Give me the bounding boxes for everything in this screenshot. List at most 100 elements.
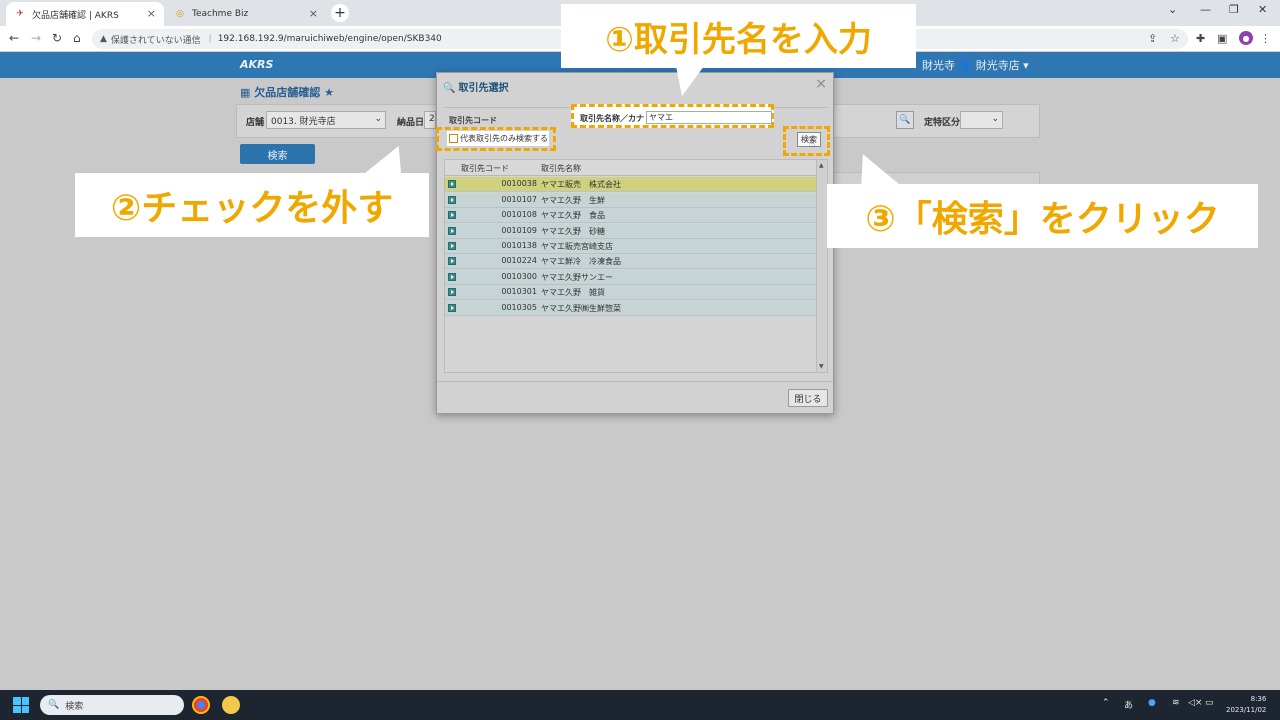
table-row[interactable]: 0010301 ヤマエ久野 雑貨	[445, 285, 817, 300]
profile-avatar[interactable]: ●	[1239, 31, 1253, 45]
row-code: 0010224	[501, 256, 537, 265]
taskbar-clock[interactable]: 8:36 2023/11/02	[1226, 694, 1266, 716]
table-row[interactable]: 0010108 ヤマエ久野 食品	[445, 208, 817, 223]
column-header-code: 取引先コード	[461, 164, 509, 173]
app-tray-icon[interactable]: ●	[1148, 698, 1156, 708]
checkbox-box[interactable]	[449, 134, 458, 143]
special-category-label: 定特区分	[924, 118, 961, 128]
search-icon: 🔍	[48, 700, 60, 710]
delivery-date-field[interactable]: 2	[424, 111, 436, 129]
supplier-name-label: 取引先名称／カナ	[580, 114, 644, 123]
row-code: 0010107	[501, 195, 537, 204]
callout-step3: ③「検索」をクリック	[827, 184, 1258, 248]
close-tab-icon[interactable]: ×	[309, 7, 318, 20]
select-row-icon[interactable]	[448, 273, 456, 281]
clock-date: 2023/11/02	[1226, 706, 1267, 714]
chrome-icon[interactable]	[192, 696, 210, 714]
sidepanel-icon[interactable]: ▣	[1217, 32, 1227, 45]
volume-icon[interactable]: ◁×	[1188, 698, 1202, 708]
windows-start-icon[interactable]	[13, 697, 29, 713]
row-name: ヤマエ久野㈱生鮮惣菜	[541, 304, 621, 313]
row-name: ヤマエ販売 株式会社	[541, 180, 621, 189]
callout-step2: ②チェックを外す	[75, 173, 429, 237]
dialog-title: 🔍 取引先選択	[443, 79, 508, 94]
select-row-icon[interactable]	[448, 180, 456, 188]
maximize-icon[interactable]: ❐	[1229, 3, 1239, 16]
akrs-favicon-icon: ✈	[16, 9, 24, 19]
share-icon[interactable]: ⇪	[1148, 32, 1157, 45]
clock-time: 8:36	[1250, 695, 1267, 703]
row-name: ヤマエ久野サンエー	[541, 273, 613, 282]
pointer-cursor-icon: ☝	[809, 139, 816, 150]
warning-icon: ▲	[100, 34, 107, 44]
table-row[interactable]: 0010300 ヤマエ久野サンエー	[445, 270, 817, 285]
minimize-icon[interactable]: —	[1200, 3, 1211, 16]
row-name: ヤマエ久野 生鮮	[541, 196, 605, 205]
user-menu[interactable]: 財光寺 👤 財光寺店 ▾	[922, 57, 1029, 73]
select-row-icon[interactable]	[448, 196, 456, 204]
row-name: ヤマエ久野 砂糖	[541, 227, 605, 236]
table-row[interactable]: 0010305 ヤマエ久野㈱生鮮惣菜	[445, 301, 817, 316]
tab-search-icon[interactable]: ⌄	[1168, 3, 1177, 16]
reload-icon[interactable]: ↻	[52, 31, 62, 45]
row-code: 0010301	[501, 287, 537, 296]
tab-akrs[interactable]: ✈ 欠品店舗確認 | AKRS ×	[6, 2, 164, 26]
home-icon[interactable]: ⌂	[73, 31, 81, 45]
select-row-icon[interactable]	[448, 227, 456, 235]
ime-indicator[interactable]: あ	[1124, 698, 1133, 711]
select-row-icon[interactable]	[448, 211, 456, 219]
delivery-date-value: 2	[429, 114, 435, 124]
table-row[interactable]: 0010038 ヤマエ販売 株式会社	[445, 177, 817, 192]
table-row[interactable]: 0010138 ヤマエ販売宮崎支店	[445, 239, 817, 254]
magnifier-icon: 🔍	[443, 83, 456, 94]
back-icon[interactable]: ←	[9, 31, 19, 45]
close-icon[interactable]: ×	[815, 76, 827, 92]
table-row[interactable]: 0010224 ヤマエ鮮冷 冷凍食品	[445, 254, 817, 269]
supplier-code-label: 取引先コード	[449, 116, 497, 125]
scroll-up-icon[interactable]: ▲	[819, 162, 824, 169]
supplier-grid: 取引先コード 取引先名称 0010038 ヤマエ販売 株式会社 0010107 ヤマ…	[444, 159, 828, 373]
special-category-select[interactable]: ⌄	[960, 111, 1003, 129]
select-row-icon[interactable]	[448, 242, 456, 250]
search-icon[interactable]: 🔍	[896, 111, 914, 129]
page-title-text: 欠品店舗確認 ★	[254, 86, 334, 99]
grid-icon: ▦	[240, 86, 255, 99]
menu-icon[interactable]: ⋮	[1260, 32, 1271, 45]
main-search-button[interactable]: 検索	[240, 144, 315, 164]
select-row-icon[interactable]	[448, 304, 456, 312]
chevron-down-icon: ⌄	[991, 114, 999, 124]
supplier-name-input[interactable]: ヤマエ	[646, 111, 772, 124]
dialog-title-text: 取引先選択	[458, 83, 509, 94]
representative-only-checkbox[interactable]: 代表取引先のみ検索する	[447, 131, 549, 146]
row-code: 0010300	[501, 272, 537, 281]
store-select[interactable]: 0013. 財光寺店 ⌄	[266, 111, 386, 129]
forward-icon[interactable]: →	[31, 31, 41, 45]
scroll-down-icon[interactable]: ▼	[819, 363, 824, 370]
tab-title: 欠品店舗確認 | AKRS	[32, 10, 119, 21]
bookmark-star-icon[interactable]: ☆	[1170, 32, 1180, 45]
row-code: 0010305	[501, 303, 537, 312]
grid-scrollbar[interactable]: ▲ ▼	[816, 160, 827, 372]
row-name: ヤマエ鮮冷 冷凍食品	[541, 257, 621, 266]
teachme-app-icon[interactable]	[222, 696, 240, 714]
tab-teachme[interactable]: ◎ Teachme Biz ×	[166, 2, 326, 26]
select-row-icon[interactable]	[448, 257, 456, 265]
new-tab-button[interactable]: +	[331, 4, 349, 22]
grid-header: 取引先コード 取引先名称	[445, 160, 817, 176]
tray-chevron-icon[interactable]: ⌃	[1102, 698, 1110, 708]
wifi-icon[interactable]: ≋	[1172, 698, 1180, 708]
close-button[interactable]: 閉じる	[788, 389, 828, 407]
supplier-name-highlight: 取引先名称／カナ ヤマエ	[571, 104, 774, 128]
table-row[interactable]: 0010107 ヤマエ久野 生鮮	[445, 193, 817, 208]
close-tab-icon[interactable]: ×	[147, 7, 156, 20]
tab-title: Teachme Biz	[192, 9, 249, 19]
page-title: ▦ 欠品店舗確認 ★	[240, 84, 334, 100]
battery-icon[interactable]: ▭	[1205, 698, 1214, 708]
taskbar-search[interactable]: 🔍 検索	[40, 695, 184, 715]
table-row[interactable]: 0010109 ヤマエ久野 砂糖	[445, 224, 817, 239]
row-name: ヤマエ販売宮崎支店	[541, 242, 613, 251]
store-select-value: 0013. 財光寺店	[271, 117, 336, 127]
close-window-icon[interactable]: ✕	[1258, 3, 1267, 16]
select-row-icon[interactable]	[448, 288, 456, 296]
extensions-icon[interactable]: ✚	[1196, 32, 1205, 45]
